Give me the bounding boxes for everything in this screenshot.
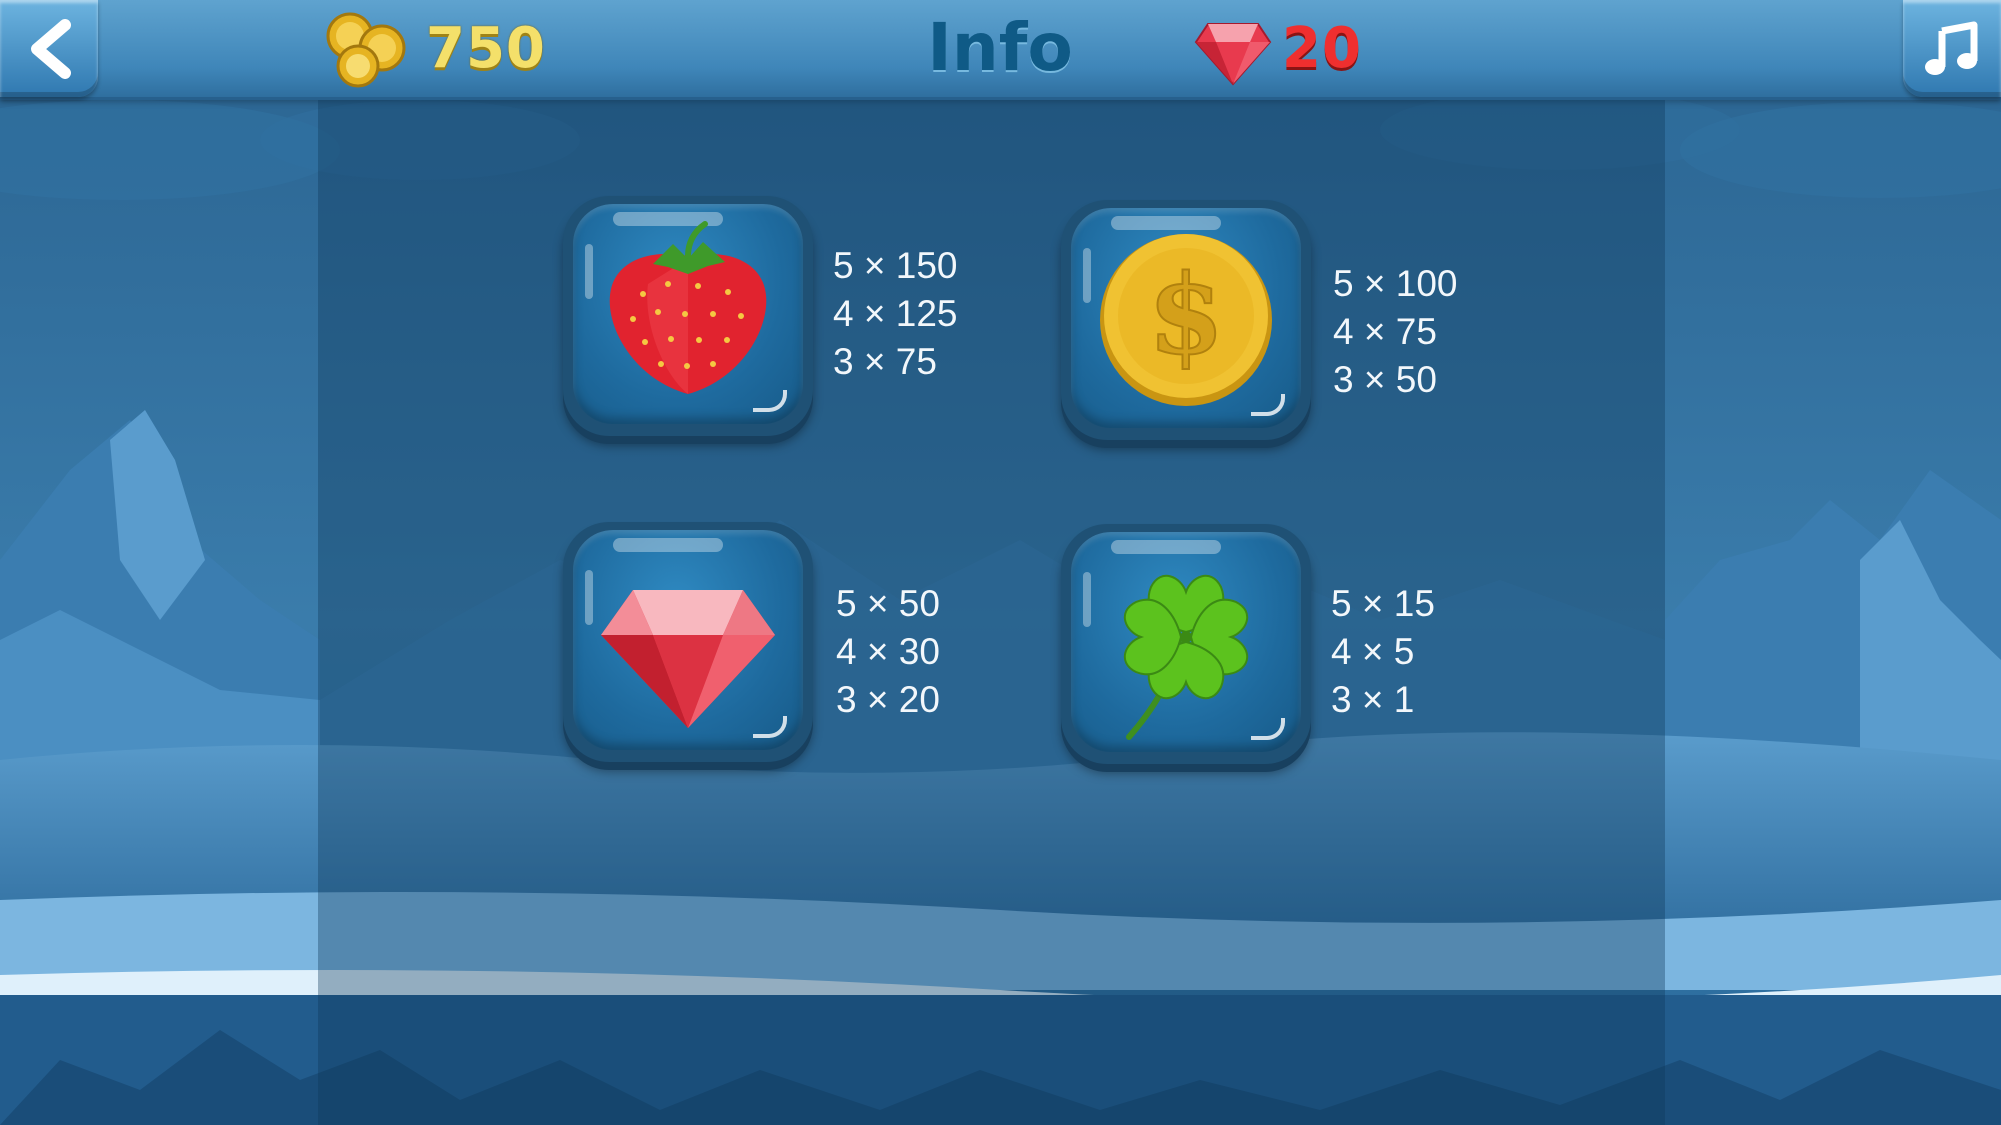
strawberry-icon — [609, 221, 767, 394]
payout-line: 5 × 150 — [833, 245, 958, 286]
gold-coins-icon — [322, 10, 410, 88]
payout-line: 3 × 50 — [1333, 359, 1437, 400]
payout-line: 3 × 75 — [833, 341, 937, 382]
payout-line: 4 × 30 — [836, 631, 940, 672]
page-title: Info — [927, 9, 1073, 86]
symbol-tile-clover — [1061, 524, 1311, 764]
coin-balance: 750 — [426, 16, 546, 81]
payout-line: 3 × 20 — [836, 679, 940, 720]
payout-line: 3 × 1 — [1331, 679, 1415, 720]
payout-line: 4 × 5 — [1331, 631, 1415, 672]
music-note-icon — [1925, 21, 1978, 75]
payouts-strawberry: 5 × 150 4 × 125 3 × 75 — [833, 242, 973, 386]
payout-line: 4 × 75 — [1333, 311, 1437, 352]
payouts-gold-coin: 5 × 100 4 × 75 3 × 50 — [1333, 260, 1473, 404]
symbol-tile-strawberry — [563, 196, 813, 436]
red-gem-icon — [1194, 14, 1272, 86]
payout-line: 5 × 100 — [1333, 263, 1458, 304]
ruby-icon — [601, 590, 775, 728]
symbol-tile-gold-coin: $ — [1061, 200, 1311, 440]
four-leaf-clover-icon — [1123, 574, 1249, 740]
payouts-clover: 5 × 15 4 × 5 3 × 1 — [1331, 580, 1471, 724]
back-button[interactable] — [0, 0, 98, 97]
payouts-ruby: 5 × 50 4 × 30 3 × 20 — [836, 580, 976, 724]
symbol-tile-ruby — [563, 522, 813, 762]
payout-line: 5 × 50 — [836, 583, 940, 624]
chevron-left-icon — [31, 18, 71, 79]
svg-text:$: $ — [1148, 250, 1225, 379]
payout-line: 5 × 15 — [1331, 583, 1435, 624]
gem-balance: 20 — [1282, 16, 1362, 81]
gold-coin-icon: $ — [1100, 234, 1272, 406]
music-button[interactable] — [1903, 0, 2001, 97]
payout-line: 4 × 125 — [833, 293, 958, 334]
